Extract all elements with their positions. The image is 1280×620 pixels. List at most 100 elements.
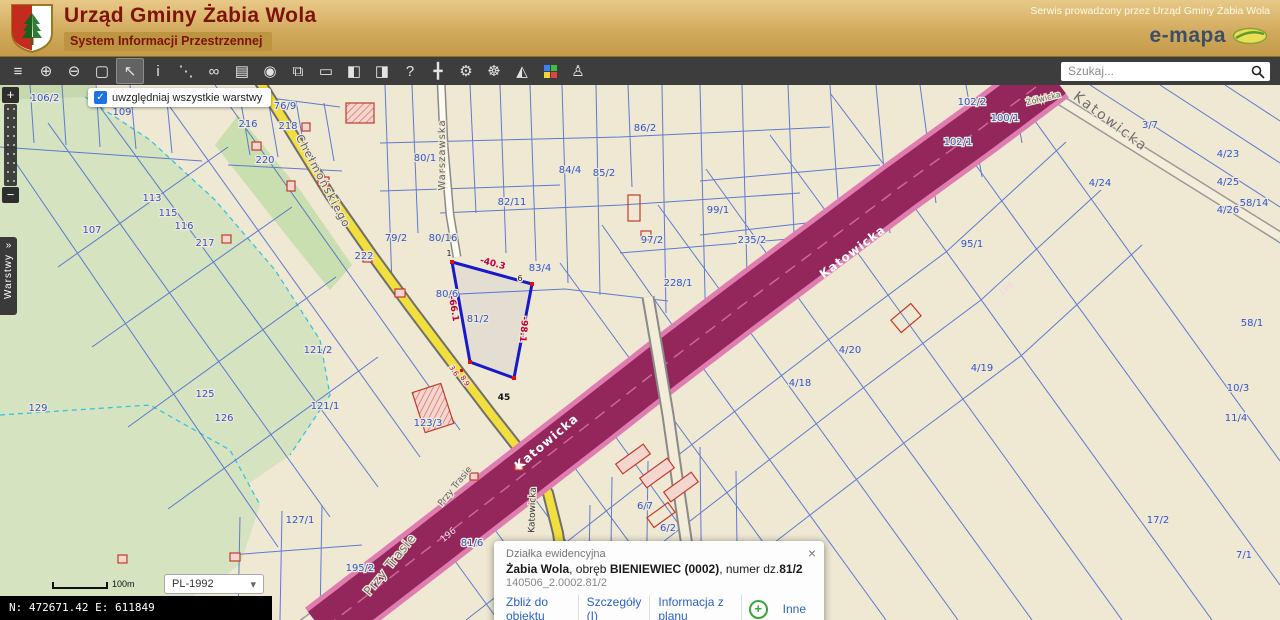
feature-info-panel: Działka ewidencyjna × Żabia Wola, obręb … — [494, 541, 824, 620]
gps-icon[interactable]: ◉ — [256, 58, 284, 84]
search-input[interactable] — [1061, 61, 1270, 81]
app-window: Urząd Gminy Żabia Wola System Informacji… — [0, 0, 1280, 620]
info-icon[interactable]: i — [144, 58, 172, 84]
zoom-out-button[interactable]: − — [2, 187, 19, 203]
feature-type-label: Działka ewidencyjna — [506, 548, 606, 560]
search-icon[interactable] — [1251, 65, 1265, 79]
parcel-label: 235/2 — [738, 235, 767, 246]
parcel-label: 222 — [354, 251, 373, 262]
header: Urząd Gminy Żabia Wola System Informacji… — [0, 0, 1280, 57]
parcel-label: 4/18 — [789, 378, 811, 389]
add-icon[interactable]: + — [748, 599, 768, 619]
parcel-label: 121/2 — [304, 345, 333, 356]
zoom-in-icon[interactable]: ⊕ — [32, 58, 60, 84]
parcel-label: 218 — [278, 121, 297, 132]
map-graphics: Chełmońskiego WarszawskaŻółwicka Katowicka… — [0, 85, 1280, 620]
help-icon[interactable]: ? — [396, 58, 424, 84]
chevron-right-icon: » — [5, 240, 12, 251]
parcel-label: 106/2 — [31, 93, 60, 104]
scale-bar-label: 100m — [112, 579, 135, 589]
zoom-controls: + − — [2, 87, 19, 203]
comments-icon[interactable]: ◧ — [340, 58, 368, 84]
parcel-label: 95/1 — [961, 239, 983, 250]
parcel-label: 102/2 — [958, 97, 987, 108]
close-icon[interactable]: × — [808, 546, 816, 560]
info-link-3[interactable]: Informacja z planu — [650, 595, 742, 620]
dimension-label: 1 — [446, 249, 451, 258]
parcel-label: 123/3 — [414, 418, 443, 429]
parcel-label: 6/7 — [637, 501, 653, 512]
parcel-label: 116 — [174, 221, 193, 232]
coordinate-readout: N: 472671.42 E: 611849 — [0, 596, 272, 620]
info-link-1[interactable]: Zbliż do obiektu — [506, 595, 579, 620]
crs-label: PL-1992 — [172, 578, 214, 590]
feedback-icon[interactable]: ◨ — [368, 58, 396, 84]
tools-icon[interactable]: ☸ — [480, 58, 508, 84]
checkbox-checked-icon[interactable]: ✓ — [94, 91, 107, 104]
parcel-label: 216 — [238, 119, 257, 130]
parcel-label: 85/2 — [593, 168, 615, 179]
layers-panel-tab[interactable]: » Warstwy — [0, 237, 17, 315]
parcel-label: 4/24 — [1089, 178, 1111, 189]
crs-selector[interactable]: PL-1992 ▾ — [164, 574, 264, 594]
parcel-label: 84/4 — [559, 165, 581, 176]
parcel-label: 220 — [255, 155, 274, 166]
parcel-label: 107 — [82, 225, 101, 236]
parcel-label: 4/25 — [1217, 177, 1239, 188]
zoom-out-icon[interactable]: ⊖ — [60, 58, 88, 84]
parcel-label: 11/4 — [1225, 413, 1247, 424]
layers-icon[interactable]: ≡ — [4, 58, 32, 84]
all-layers-toggle[interactable]: ✓ uwzględniaj wszystkie warstwy — [88, 88, 272, 107]
parcel-label: 6/2 — [660, 523, 676, 534]
parcel-label: 17/2 — [1147, 515, 1169, 526]
page-subtitle: System Informacji Przestrzennej — [64, 32, 273, 51]
parcel-label: 4/20 — [839, 345, 861, 356]
feature-id: 140506_2.0002.81/2 — [506, 577, 607, 589]
legend-icon[interactable] — [536, 58, 564, 84]
zoom-slider[interactable] — [4, 104, 17, 186]
mirror-icon[interactable]: ◭ — [508, 58, 536, 84]
parcel-label: 81/2 — [467, 314, 489, 325]
parcel-label: 217 — [195, 238, 214, 249]
dimension-label: 6 — [517, 274, 522, 283]
parcel-label: 58/14 — [1240, 198, 1269, 209]
parcel-label: 99/1 — [707, 205, 729, 216]
feature-name: Żabia Wola, obręb BIENIEWIEC (0002), num… — [506, 562, 803, 576]
parcel-label: 125 — [195, 389, 214, 400]
parcel-label: 126 — [214, 413, 233, 424]
parcel-label: 83/4 — [529, 263, 551, 274]
chevron-down-icon: ▾ — [250, 578, 256, 591]
parcel-label: 4/26 — [1217, 205, 1239, 216]
emapa-logo-icon — [1232, 27, 1268, 45]
parcel-label: 129 — [28, 403, 47, 414]
parcel-label: 195/2 — [346, 563, 375, 574]
parcel-label: 113 — [142, 193, 161, 204]
parcel-label: 102/1 — [944, 137, 973, 148]
info-link-2[interactable]: Szczegóły (I) — [579, 595, 651, 620]
map-canvas[interactable]: Chełmońskiego Warszawska Żółwicka Katowicka… — [0, 85, 1280, 620]
print-icon[interactable]: ▤ — [228, 58, 256, 84]
parcel-label: 81/6 — [461, 538, 483, 549]
scale-bar: 100m — [52, 579, 135, 589]
parcel-label: 228/1 — [664, 278, 693, 289]
parcel-label: 10/3 — [1227, 383, 1249, 394]
all-layers-label: uwzględniaj wszystkie warstwy — [112, 91, 263, 104]
info-link-4[interactable]: Inne — [775, 602, 814, 616]
zoom-in-button[interactable]: + — [2, 87, 19, 103]
copy-view-icon[interactable]: ⧉ — [284, 58, 312, 84]
service-note: Serwis prowadzony przez Urząd Gminy Żabi… — [1030, 5, 1270, 17]
link-icon[interactable]: ∞ — [200, 58, 228, 84]
pointer-icon[interactable]: ↖ — [116, 58, 144, 84]
parcel-label: 7/1 — [1236, 550, 1252, 561]
coords-icon[interactable]: ╋ — [424, 58, 452, 84]
parcel-label: 79/2 — [385, 233, 407, 244]
settings-icon[interactable]: ⚙ — [452, 58, 480, 84]
streetview-icon[interactable]: ♙ — [564, 58, 592, 84]
parcel-label: 97/2 — [641, 235, 663, 246]
screenshot-icon[interactable]: ▭ — [312, 58, 340, 84]
measure-icon[interactable]: ⋱ — [172, 58, 200, 84]
layers-tab-label: Warstwy — [3, 254, 14, 299]
info-links: Zbliż do obiektu Szczegóły (I) Informacja … — [506, 595, 814, 620]
parcel-label: 127/1 — [286, 515, 315, 526]
select-area-icon[interactable]: ▢ — [88, 58, 116, 84]
